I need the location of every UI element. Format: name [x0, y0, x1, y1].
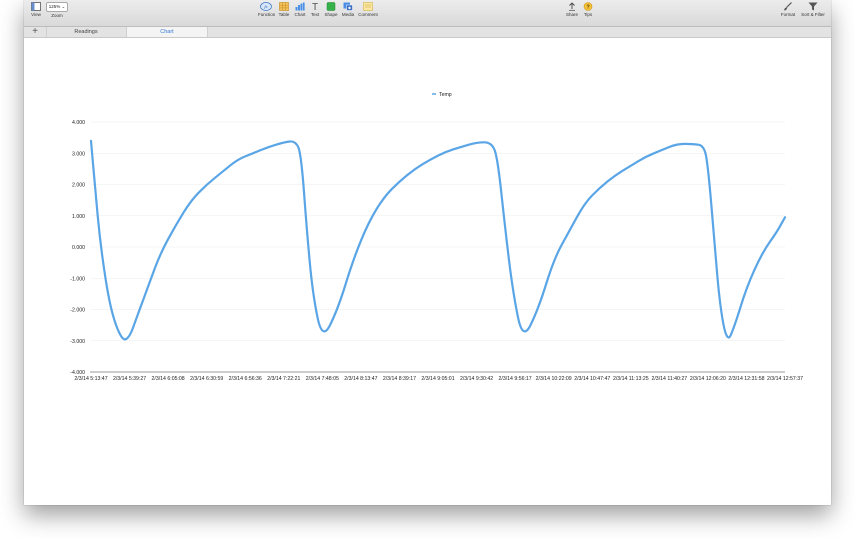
- x-tick-label: 2/3/14 5:39:27: [113, 376, 146, 382]
- x-tick-label: 2/3/14 12:31:58: [728, 376, 764, 382]
- x-tick-label: 2/3/14 5:13:47: [74, 376, 107, 382]
- y-tick-label: 1.000: [72, 214, 85, 220]
- x-tick-label: 2/3/14 6:56:36: [229, 376, 262, 382]
- app-window: View 125% ⌄ Zoom fx Function Table Chart…: [24, 0, 831, 505]
- x-tick-label: 2/3/14 11:40:27: [651, 376, 687, 382]
- x-tick-label: 2/3/14 8:13:47: [344, 376, 377, 382]
- x-tick-label: 2/3/14 9:56:17: [499, 376, 532, 382]
- x-tick-label: 2/3/14 8:39:17: [383, 376, 416, 382]
- x-tick-label: 2/3/14 7:22:21: [267, 376, 300, 382]
- legend: Temp: [432, 92, 452, 98]
- y-tick-label: 0.000: [72, 245, 85, 251]
- x-tick-label: 2/3/14 6:30:59: [190, 376, 223, 382]
- x-tick-label: 2/3/14 12:06:20: [690, 376, 726, 382]
- y-axis-ticks: 4.000 3.000 2.000 1.000 0.000 -1.000 -2.000 -3.…: [70, 120, 85, 376]
- y-tick-label: -3.000: [70, 339, 85, 345]
- x-axis-ticks: 2/3/14 5:13:47 2/3/14 5:39:27 2/3/14 6:05:…: [74, 376, 803, 382]
- x-tick-label: 2/3/14 10:47:47: [574, 376, 610, 382]
- x-tick-label: 2/3/14 9:30:42: [460, 376, 493, 382]
- legend-label: Temp: [439, 92, 452, 98]
- y-tick-label: -1.000: [70, 276, 85, 282]
- x-tick-label: 2/3/14 9:05:01: [421, 376, 454, 382]
- x-tick-label: 2/3/14 6:05:08: [152, 376, 185, 382]
- y-tick-label: 4.000: [72, 120, 85, 126]
- y-tick-label: 2.000: [72, 183, 85, 189]
- x-tick-label: 2/3/14 11:13:25: [613, 376, 649, 382]
- line-chart[interactable]: 4.000 3.000 2.000 1.000 0.000 -1.000 -2.000 -3.…: [24, 0, 831, 505]
- y-tick-label: 3.000: [72, 151, 85, 157]
- x-tick-label: 2/3/14 7:48:05: [306, 376, 339, 382]
- x-tick-label: 2/3/14 10:22:09: [536, 376, 572, 382]
- x-tick-label: 2/3/14 12:57:37: [767, 376, 803, 382]
- y-tick-label: -2.000: [70, 308, 85, 314]
